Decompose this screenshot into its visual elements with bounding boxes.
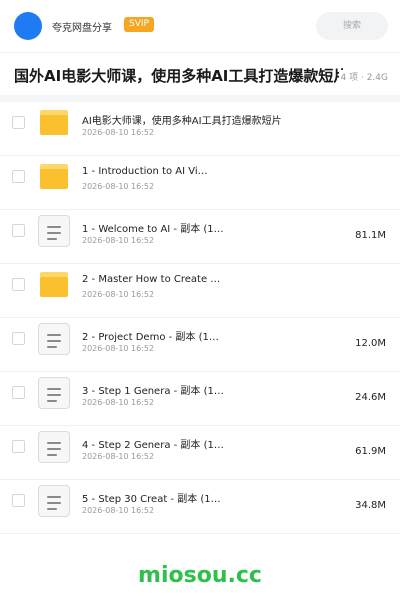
document-icon — [38, 377, 70, 409]
select-checkbox[interactable] — [12, 386, 25, 399]
select-checkbox[interactable] — [12, 332, 25, 345]
item-size: 12.0M — [355, 338, 386, 349]
list-item[interactable]: 5 - Step 30 Creat - 副本 (1… 2026-08-10 16:… — [0, 480, 400, 534]
watermark-text: miosou.cc — [138, 563, 262, 588]
search-input[interactable] — [316, 12, 388, 40]
folder-header: 国外AI电影大师课，使用多种AI工具打造爆款短片 4 项 · 2.4G — [0, 53, 400, 95]
document-icon — [38, 485, 70, 517]
item-date: 2026-08-10 16:52 — [82, 290, 155, 299]
list-item[interactable]: 1 - Welcome to AI - 副本 (1… 2026-08-10 16:… — [0, 210, 400, 264]
item-date: 2026-08-10 16:52 — [82, 452, 155, 461]
item-size: 34.8M — [355, 500, 386, 511]
section-gap — [0, 95, 400, 102]
list-item[interactable]: 1 - Introduction to AI Vi… 2026-08-10 16:… — [0, 156, 400, 210]
folder-meta: 4 项 · 2.4G — [338, 70, 388, 83]
document-icon — [38, 431, 70, 463]
list-item[interactable]: 3 - Step 1 Genera - 副本 (1… 2026-08-10 16:… — [0, 372, 400, 426]
select-checkbox[interactable] — [12, 494, 25, 507]
folder-icon — [38, 269, 70, 301]
item-date: 2026-08-10 16:52 — [82, 506, 155, 515]
file-list: AI电影大师课，使用多种AI工具打造爆款短片 2026-08-10 16:52 1 … — [0, 102, 400, 534]
select-checkbox[interactable] — [12, 278, 25, 291]
item-date: 2026-08-10 16:52 — [82, 128, 155, 137]
item-date: 2026-08-10 16:52 — [82, 344, 155, 353]
select-checkbox[interactable] — [12, 116, 25, 129]
sharer-name: 夸克网盘分享 — [52, 23, 112, 34]
item-name: AI电影大师课，使用多种AI工具打造爆款短片 — [82, 116, 282, 127]
folder-icon — [38, 161, 70, 193]
avatar[interactable] — [14, 12, 42, 40]
document-icon — [38, 323, 70, 355]
folder-icon — [38, 107, 70, 139]
item-size: 61.9M — [355, 446, 386, 457]
item-date: 2026-08-10 16:52 — [82, 182, 155, 191]
select-checkbox[interactable] — [12, 224, 25, 237]
item-name: 4 - Step 2 Genera - 副本 (1… — [82, 440, 224, 451]
svip-badge: SVIP — [124, 17, 154, 32]
item-size: 81.1M — [355, 230, 386, 241]
top-bar: 夸克网盘分享 SVIP — [0, 0, 400, 52]
list-item[interactable]: 4 - Step 2 Genera - 副本 (1… 2026-08-10 16:… — [0, 426, 400, 480]
select-checkbox[interactable] — [12, 170, 25, 183]
item-name: 1 - Welcome to AI - 副本 (1… — [82, 224, 224, 235]
item-date: 2026-08-10 16:52 — [82, 236, 155, 245]
item-date: 2026-08-10 16:52 — [82, 398, 155, 407]
select-checkbox[interactable] — [12, 440, 25, 453]
item-name: 5 - Step 30 Creat - 副本 (1… — [82, 494, 221, 505]
list-item[interactable]: AI电影大师课，使用多种AI工具打造爆款短片 2026-08-10 16:52 — [0, 102, 400, 156]
item-name: 3 - Step 1 Genera - 副本 (1… — [82, 386, 224, 397]
page-title: 国外AI电影大师课，使用多种AI工具打造爆款短片 — [14, 67, 349, 85]
item-name: 2 - Project Demo - 副本 (1… — [82, 332, 219, 343]
document-icon — [38, 215, 70, 247]
item-name: 1 - Introduction to AI Vi… — [82, 166, 208, 177]
item-name: 2 - Master How to Create … — [82, 274, 221, 285]
list-item[interactable]: 2 - Project Demo - 副本 (1… 2026-08-10 16:5… — [0, 318, 400, 372]
list-item[interactable]: 2 - Master How to Create … 2026-08-10 16:… — [0, 264, 400, 318]
item-size: 24.6M — [355, 392, 386, 403]
